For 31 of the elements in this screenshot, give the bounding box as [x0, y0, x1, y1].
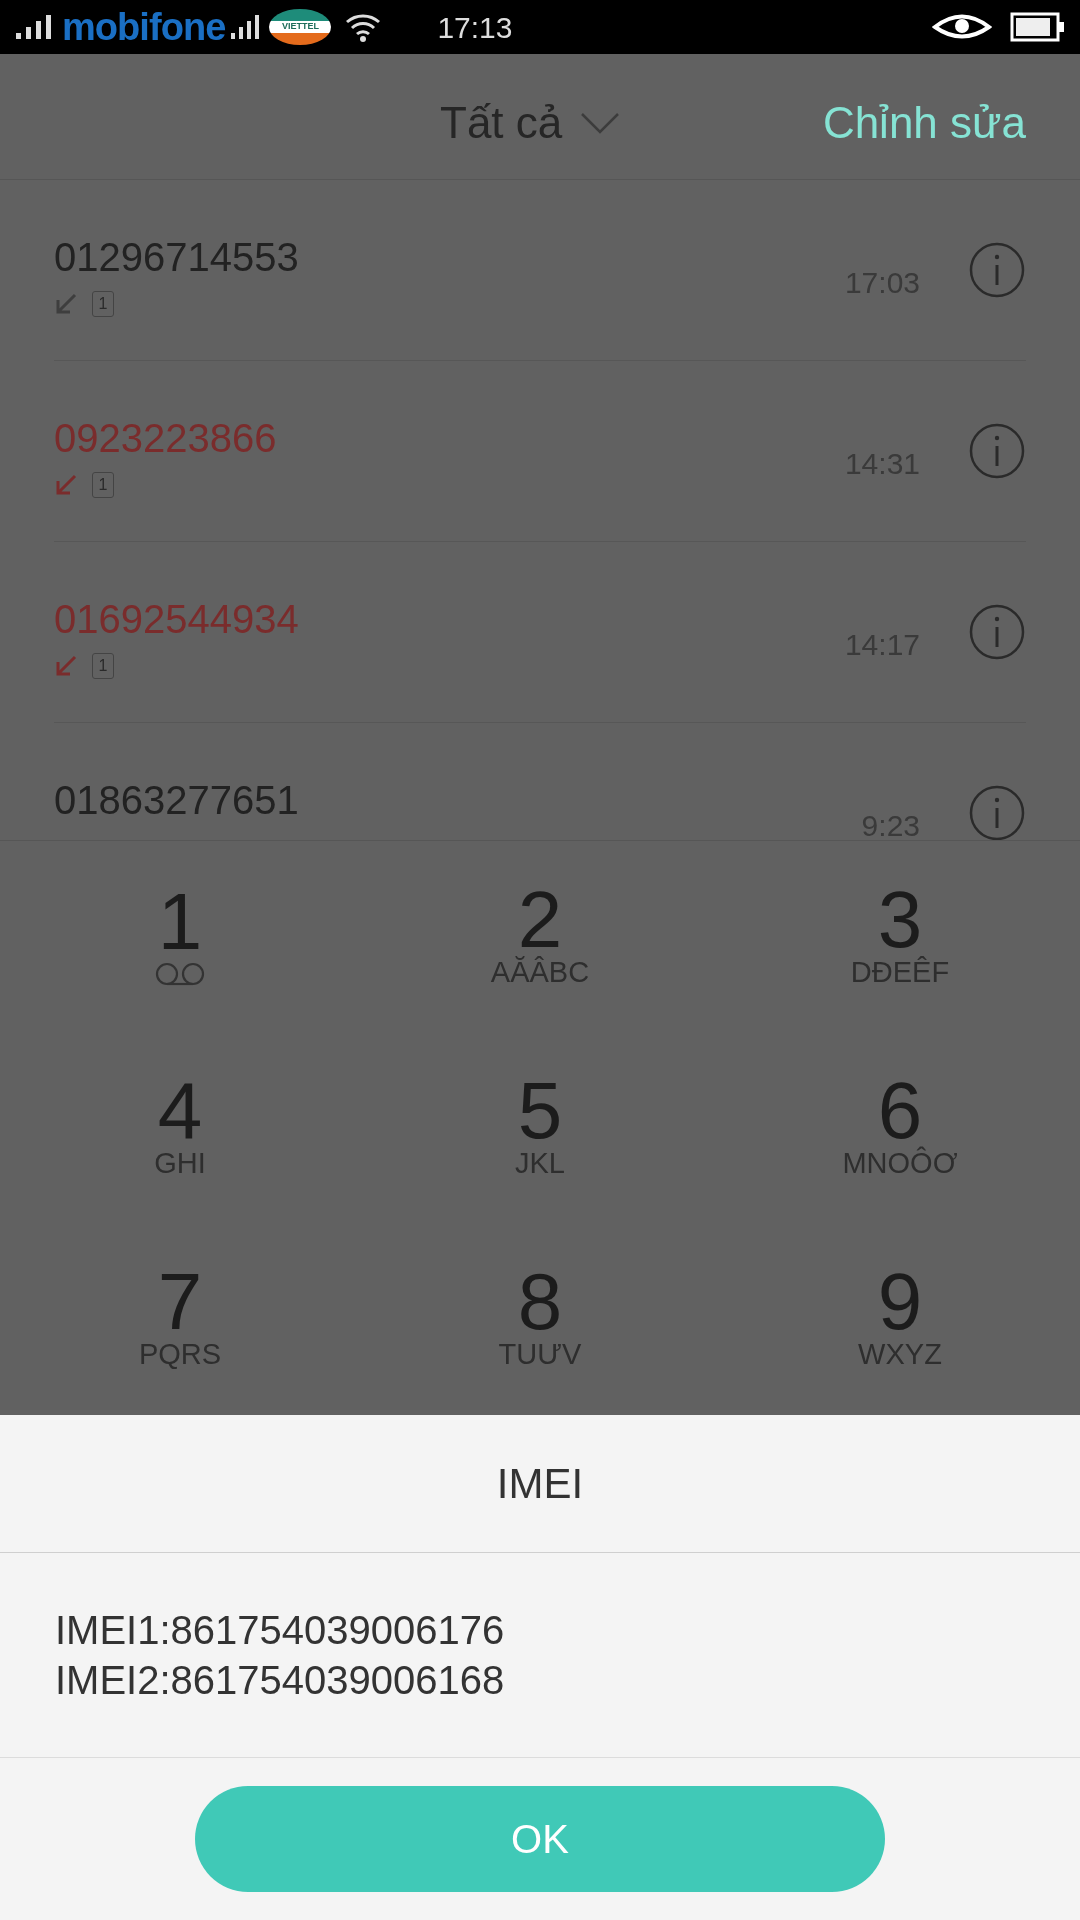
- carrier-logo: mobifone: [62, 8, 226, 46]
- clock: 17:13: [437, 9, 513, 46]
- phone-number: 01863277651: [54, 777, 299, 824]
- info-icon[interactable]: [968, 603, 1026, 661]
- key-digit: 4: [157, 1076, 203, 1146]
- key-digit: 5: [517, 1076, 563, 1146]
- chevron-down-icon: [580, 112, 621, 134]
- phone-number: 01296714553: [54, 234, 299, 281]
- imei-line: IMEI2:861754039006168: [55, 1657, 506, 1704]
- carrier-logo: VIETTEL: [269, 9, 332, 45]
- incoming-call-icon: [54, 654, 78, 678]
- incoming-call-icon: [54, 473, 78, 497]
- filter-dropdown[interactable]: Tất cả: [440, 90, 621, 156]
- key-digit: 1: [157, 886, 203, 957]
- dialog-title: IMEI: [496, 1459, 584, 1509]
- key-digit: 2: [517, 884, 563, 955]
- incoming-call-icon: [54, 292, 78, 316]
- battery-icon: [1010, 12, 1066, 42]
- key-digit: 8: [517, 1267, 563, 1338]
- key-digit: 7: [157, 1267, 203, 1338]
- info-icon[interactable]: [968, 784, 1026, 840]
- edit-button[interactable]: Chỉnh sửa: [822, 90, 1026, 156]
- key-digit: 9: [877, 1267, 923, 1338]
- info-icon[interactable]: [968, 422, 1026, 480]
- ok-button[interactable]: OK: [195, 1786, 885, 1892]
- imei-line: IMEI1:861754039006176: [55, 1607, 506, 1654]
- key-digit: 6: [877, 1076, 923, 1146]
- dial-key[interactable]: 1: [0, 841, 360, 1033]
- info-icon[interactable]: [968, 241, 1026, 299]
- voicemail-icon: [154, 960, 206, 987]
- key-digit: 3: [877, 884, 923, 955]
